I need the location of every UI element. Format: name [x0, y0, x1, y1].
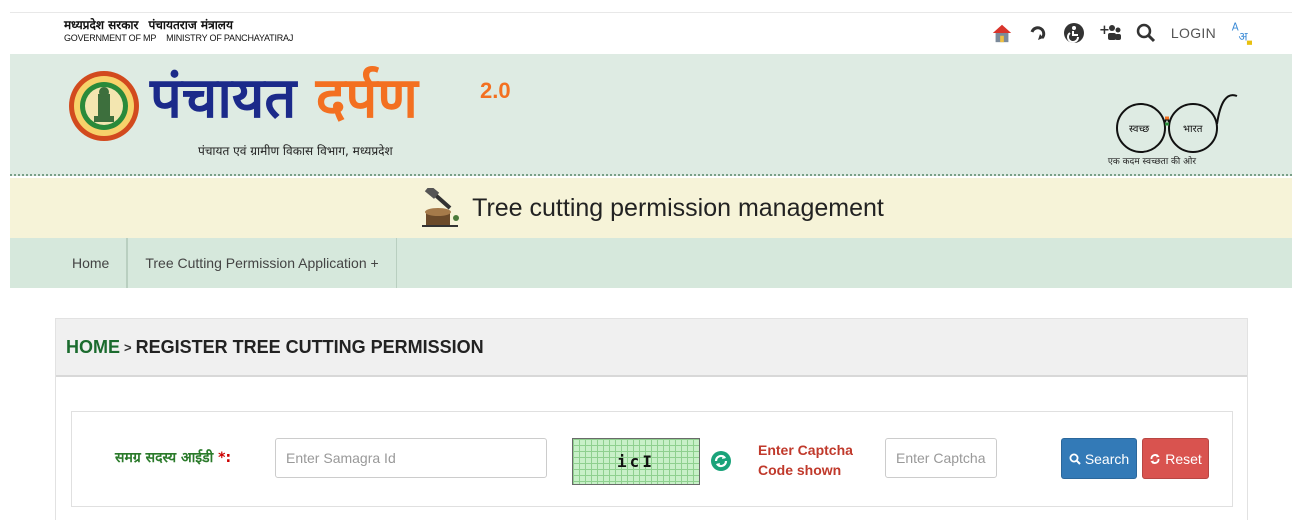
- samagra-id-label: समग्र सदस्य आईडी *:: [115, 448, 231, 467]
- brand-panchayat: पंचायत: [150, 66, 297, 131]
- government-header: मध्यप्रदेश सरकार पंचायतराज मंत्रालय GOVE…: [64, 19, 293, 45]
- top-toolbar: + LOGIN Aअ: [991, 19, 1252, 47]
- refresh-captcha-icon[interactable]: [710, 450, 732, 472]
- state-name-english: GOVERNMENT OF MP: [64, 33, 157, 43]
- search-button-label: Search: [1084, 450, 1130, 467]
- captcha-image: icI: [572, 438, 700, 485]
- accessibility-icon[interactable]: [1063, 22, 1085, 44]
- nav-home[interactable]: Home: [54, 238, 128, 288]
- mp-government-emblem-icon: [69, 71, 139, 141]
- reset-button[interactable]: Reset: [1142, 438, 1209, 479]
- breadcrumb-separator: >: [124, 339, 132, 355]
- breadcrumb-home[interactable]: HOME: [66, 337, 120, 358]
- ministry-name-hindi: पंचायतराज मंत्रालय: [148, 18, 233, 32]
- reset-button-icon: [1150, 453, 1160, 464]
- reset-button-label: Reset: [1165, 450, 1202, 467]
- language-toggle-icon[interactable]: Aअ: [1230, 22, 1252, 45]
- samagra-id-label-text: समग्र सदस्य आईडी: [115, 450, 214, 466]
- samagra-id-input[interactable]: [275, 438, 547, 478]
- page-title: Tree cutting permission management: [472, 193, 884, 222]
- ministry-name-english: MINISTRY OF PANCHAYATIRAJ: [166, 33, 294, 43]
- content-panel: HOME > REGISTER TREE CUTTING PERMISSION …: [55, 318, 1248, 520]
- tree-stump-axe-icon: [422, 188, 460, 227]
- swachh-left-text: स्वच्छ: [1129, 124, 1149, 135]
- captcha-input[interactable]: [885, 438, 997, 478]
- department-subtitle: पंचायत एवं ग्रामीण विकास विभाग, मध्यप्रद…: [198, 144, 393, 158]
- brand-version: 2.0: [480, 78, 511, 103]
- required-mark: *:: [218, 450, 232, 466]
- search-button[interactable]: Search: [1061, 438, 1137, 479]
- login-link[interactable]: LOGIN: [1171, 25, 1216, 41]
- breadcrumb-current: REGISTER TREE CUTTING PERMISSION: [135, 336, 484, 357]
- captcha-code: icI: [617, 452, 655, 471]
- swachh-right-text: भारत: [1183, 124, 1203, 135]
- breadcrumb: HOME > REGISTER TREE CUTTING PERMISSION: [56, 319, 1247, 377]
- undo-icon[interactable]: [1027, 22, 1049, 44]
- search-icon[interactable]: [1135, 22, 1157, 44]
- state-name-hindi: मध्यप्रदेश सरकार: [64, 18, 139, 32]
- captcha-label: Enter Captcha Code shown: [758, 442, 853, 478]
- users-icon[interactable]: +: [1099, 22, 1121, 44]
- brand-logo-text: पंचायत दर्पण: [150, 64, 418, 134]
- page-title-band: Tree cutting permission management: [10, 178, 1292, 238]
- header-banner: पंचायत दर्पण 2.0 पंचायत एवं ग्रामीण विका…: [10, 54, 1292, 176]
- search-button-icon: [1069, 453, 1081, 465]
- brand-darpan: दर्पण: [315, 66, 418, 131]
- search-form: समग्र सदस्य आईडी *: icI Enter Captcha Co…: [71, 411, 1233, 507]
- main-nav: Home Tree Cutting Permission Application…: [10, 238, 1292, 288]
- swachh-tagline: एक कदम स्वच्छता की ओर: [1107, 157, 1196, 167]
- home-icon[interactable]: [991, 22, 1013, 44]
- top-bar: मध्यप्रदेश सरकार पंचायतराज मंत्रालय GOVE…: [10, 12, 1292, 54]
- nav-tree-cutting-application[interactable]: Tree Cutting Permission Application +: [127, 238, 397, 288]
